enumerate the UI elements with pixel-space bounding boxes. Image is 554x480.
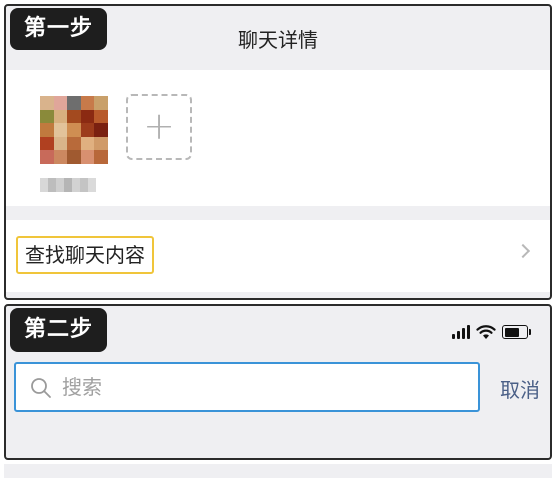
page-title: 聊天详情 <box>238 28 318 52</box>
search-icon <box>31 378 51 398</box>
chevron-right-icon <box>515 243 531 259</box>
status-bar-icons <box>452 324 531 340</box>
member-name-blurred <box>40 178 96 192</box>
member-list: + <box>6 70 550 206</box>
add-member-button[interactable]: + <box>126 94 192 160</box>
step-one-panel: 第一步 聊天详情 + 查找聊天内容 <box>4 4 552 300</box>
cancel-button[interactable]: 取消 <box>500 374 540 403</box>
search-input[interactable] <box>62 364 462 410</box>
bottom-strip <box>4 464 552 478</box>
search-chat-content-label: 查找聊天内容 <box>16 236 154 274</box>
step-two-badge: 第二步 <box>10 308 108 352</box>
wifi-icon <box>476 325 496 339</box>
search-chat-content-row[interactable]: 查找聊天内容 <box>6 220 550 292</box>
signal-icon <box>452 325 470 339</box>
battery-icon <box>502 325 531 339</box>
search-field[interactable] <box>14 362 480 412</box>
avatar[interactable] <box>40 96 108 164</box>
step-two-panel: 第二步 取消 <box>4 304 552 460</box>
